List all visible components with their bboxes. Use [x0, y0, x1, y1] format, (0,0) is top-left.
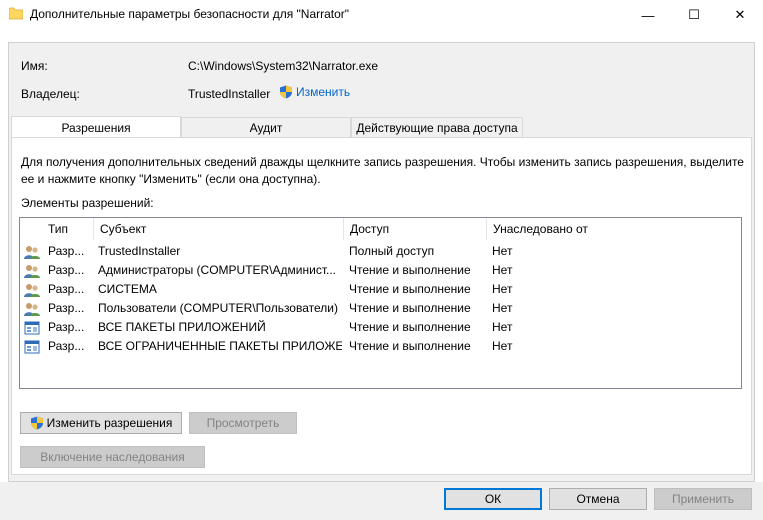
row-inherited: Нет — [492, 320, 513, 334]
row-type: Разр... — [48, 339, 85, 353]
row-inherited: Нет — [492, 244, 513, 258]
row-inherited: Нет — [492, 301, 513, 315]
minimize-button[interactable]: — — [625, 0, 671, 30]
instructions-text: Для получения дополнительных сведений дв… — [21, 155, 744, 186]
name-label: Имя: — [21, 59, 48, 73]
table-row[interactable]: Разр... ВСЕ ПАКЕТЫ ПРИЛОЖЕНИЙ Чтение и в… — [20, 318, 741, 337]
list-header: Тип Субъект Доступ Унаследовано от — [20, 218, 741, 240]
column-header-type[interactable]: Тип — [42, 218, 94, 240]
tab-effective-access-label: Действующие права доступа — [356, 120, 518, 135]
view-button-label: Просмотреть — [206, 416, 280, 430]
row-type: Разр... — [48, 320, 85, 334]
permission-entries-label: Элементы разрешений: — [21, 196, 154, 210]
row-subject: ВСЕ ОГРАНИЧЕННЫЕ ПАКЕТЫ ПРИЛОЖЕ... — [98, 339, 342, 353]
close-icon: ✕ — [734, 7, 746, 22]
change-link-text[interactable]: Изменить — [296, 85, 350, 99]
row-subject: Пользователи (COMPUTER\Пользователи) — [98, 301, 338, 315]
tab-effective-access[interactable]: Действующие права доступа — [351, 117, 523, 138]
column-header-access[interactable]: Доступ — [344, 218, 487, 240]
ok-button[interactable]: ОК — [444, 488, 542, 510]
cancel-button[interactable]: Отмена — [549, 488, 647, 510]
dialog-footer — [0, 482, 763, 520]
permission-entries-list[interactable]: Тип Субъект Доступ Унаследовано от Разр.… — [19, 217, 742, 389]
column-header-subject[interactable]: Субъект — [94, 218, 344, 240]
uac-shield-icon — [280, 85, 292, 99]
row-inherited: Нет — [492, 282, 513, 296]
app-package-icon — [24, 321, 40, 335]
window-title: Дополнительные параметры безопасности дл… — [30, 7, 350, 21]
users-icon — [24, 246, 40, 259]
cancel-button-label: Отмена — [576, 492, 620, 506]
tab-audit-label: Аудит — [249, 120, 283, 135]
maximize-button[interactable]: ☐ — [671, 0, 717, 30]
users-icon — [24, 284, 40, 297]
enable-inheritance-label: Включение наследования — [40, 450, 185, 464]
table-row[interactable]: Разр... TrustedInstaller Полный доступ Н… — [20, 242, 741, 261]
row-type: Разр... — [48, 282, 85, 296]
app-package-icon — [24, 340, 40, 354]
owner-label: Владелец: — [21, 87, 80, 101]
apply-button[interactable]: Применить — [654, 488, 752, 510]
table-row[interactable]: Разр... Пользователи (COMPUTER\Пользоват… — [20, 299, 741, 318]
row-inherited: Нет — [492, 339, 513, 353]
maximize-icon: ☐ — [688, 7, 700, 22]
row-access: Чтение и выполнение — [349, 282, 471, 296]
row-access: Полный доступ — [349, 244, 435, 258]
uac-shield-icon — [30, 416, 43, 430]
apply-button-label: Применить — [671, 492, 734, 506]
row-access: Чтение и выполнение — [349, 301, 471, 315]
row-subject: СИСТЕМА — [98, 282, 157, 296]
row-subject: TrustedInstaller — [98, 244, 181, 258]
row-subject: ВСЕ ПАКЕТЫ ПРИЛОЖЕНИЙ — [98, 320, 266, 334]
ok-button-label: ОК — [484, 492, 502, 506]
change-permissions-label: Изменить разрешения — [46, 416, 173, 430]
row-type: Разр... — [48, 301, 85, 315]
folder-icon — [9, 7, 23, 20]
row-access: Чтение и выполнение — [349, 339, 471, 353]
row-type: Разр... — [48, 263, 85, 277]
row-access: Чтение и выполнение — [349, 320, 471, 334]
users-icon — [24, 265, 40, 278]
title-bar: Дополнительные параметры безопасности дл… — [0, 0, 763, 30]
row-type: Разр... — [48, 244, 85, 258]
row-inherited: Нет — [492, 263, 513, 277]
close-button[interactable]: ✕ — [717, 0, 763, 30]
owner-value: TrustedInstaller — [188, 87, 271, 101]
tab-audit[interactable]: Аудит — [181, 117, 351, 138]
change-permissions-button[interactable]: Изменить разрешения — [20, 412, 182, 434]
enable-inheritance-button[interactable]: Включение наследования — [20, 446, 205, 468]
minimize-icon: — — [641, 7, 655, 23]
view-button[interactable]: Просмотреть — [189, 412, 297, 434]
row-access: Чтение и выполнение — [349, 263, 471, 277]
tab-permissions-label: Разрешения — [61, 120, 131, 135]
name-value: C:\Windows\System32\Narrator.exe — [188, 59, 379, 73]
table-row[interactable]: Разр... Администраторы (COMPUTER\Админис… — [20, 261, 741, 280]
users-icon — [24, 303, 40, 316]
change-owner-link[interactable]: Изменить — [279, 85, 350, 99]
table-row[interactable]: Разр... ВСЕ ОГРАНИЧЕННЫЕ ПАКЕТЫ ПРИЛОЖЕ.… — [20, 337, 741, 356]
column-header-inherited[interactable]: Унаследовано от — [487, 218, 741, 240]
row-subject: Администраторы (COMPUTER\Админист... — [98, 263, 336, 277]
table-row[interactable]: Разр... СИСТЕМА Чтение и выполнение Нет — [20, 280, 741, 299]
tab-permissions[interactable]: Разрешения — [11, 116, 181, 138]
